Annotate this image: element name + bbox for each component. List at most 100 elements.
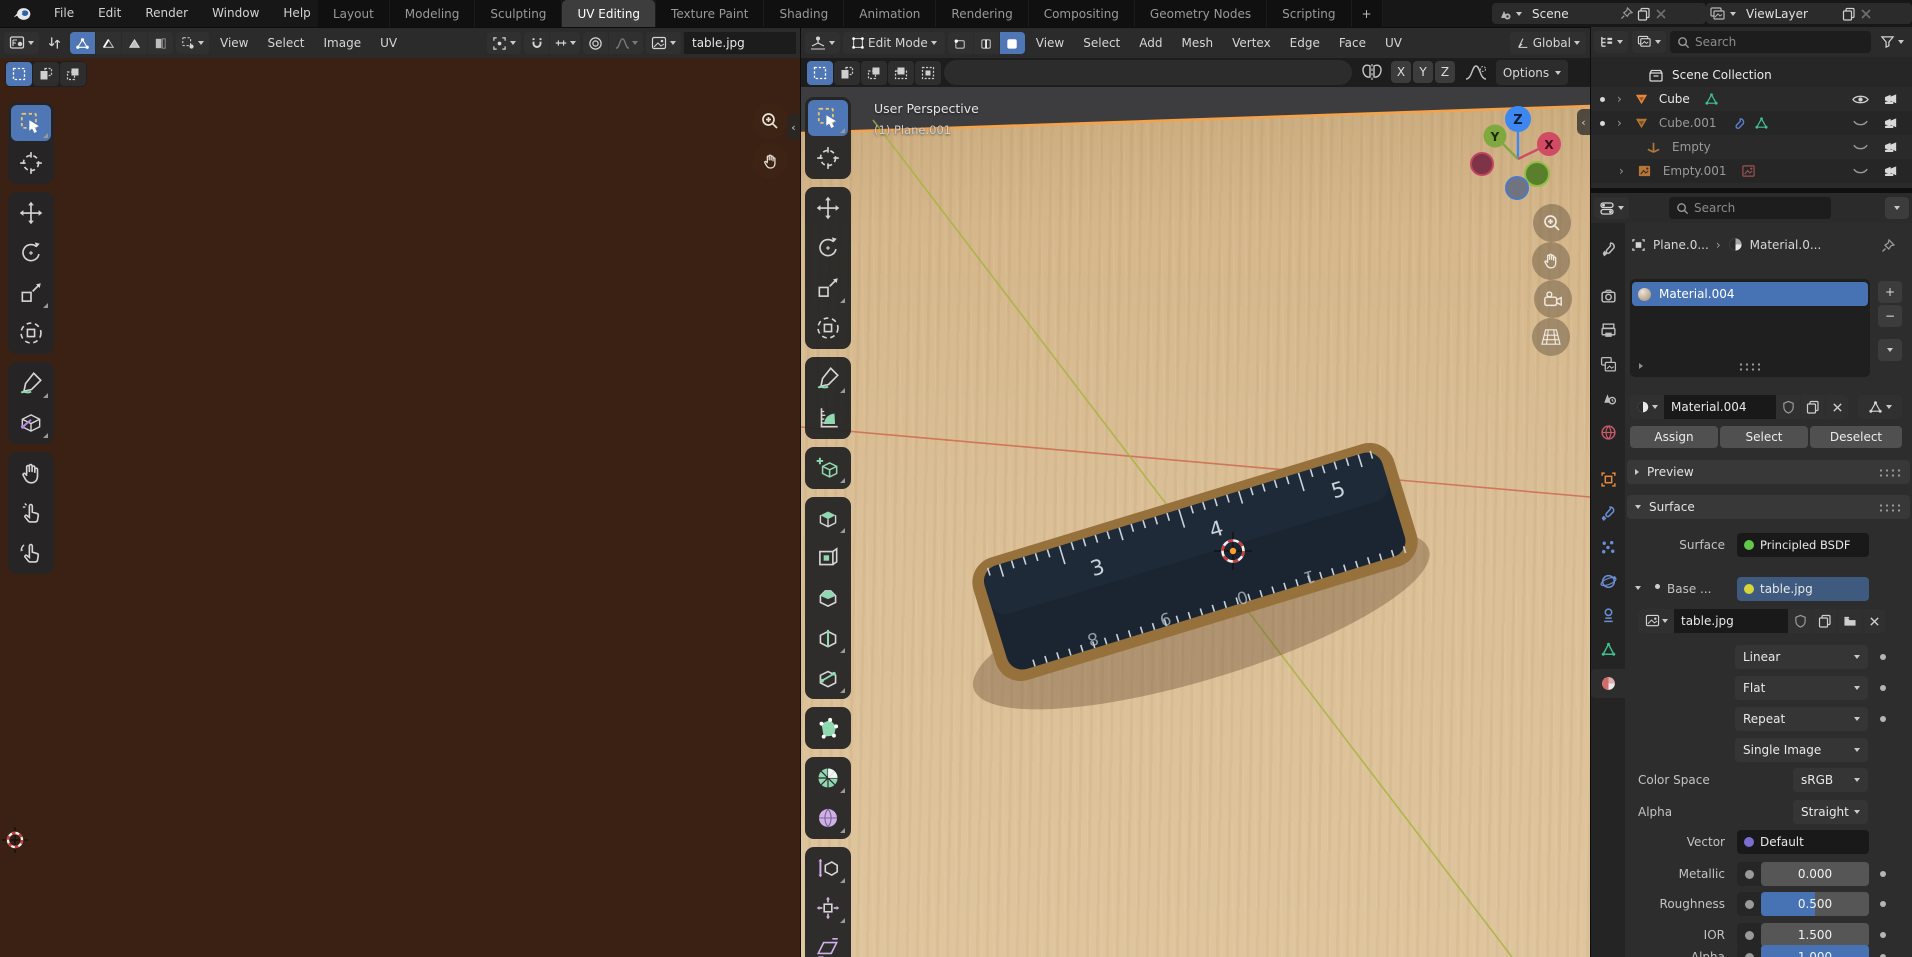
view-layer-selector[interactable]: ViewLayer	[1706, 3, 1912, 24]
properties-search-input[interactable]: Search	[1669, 197, 1831, 219]
outliner-item-label[interactable]: Empty	[1672, 140, 1711, 154]
edge-slide-tool[interactable]	[808, 850, 848, 886]
material-name-field[interactable]: Material.004	[1664, 395, 1776, 419]
pin-icon[interactable]	[1881, 239, 1895, 253]
image-browse-dropdown[interactable]	[1638, 609, 1674, 633]
rotate-tool[interactable]	[808, 230, 848, 266]
vector-field[interactable]: Default	[1737, 830, 1869, 854]
camera-render-icon[interactable]	[1883, 116, 1900, 130]
outliner-item-label[interactable]: Cube	[1659, 92, 1690, 106]
menu-window[interactable]: Window	[200, 0, 271, 27]
tab-compositing[interactable]: Compositing	[1029, 0, 1135, 27]
alpha-socket[interactable]	[1737, 945, 1761, 957]
snap-options-dropdown[interactable]	[550, 32, 580, 54]
material-slot-list[interactable]: Material.004	[1630, 279, 1870, 377]
expand-arrow-icon[interactable]: ›	[1617, 116, 1622, 130]
ior-socket[interactable]	[1737, 923, 1761, 947]
animate-dot[interactable]	[1880, 932, 1886, 938]
vertex-mode-button[interactable]	[948, 32, 973, 54]
view-menu[interactable]: View	[1028, 28, 1072, 58]
color-space-dropdown[interactable]: sRGB	[1793, 768, 1868, 792]
properties-tab-physics[interactable]	[1593, 567, 1623, 596]
uv-edge-select-button[interactable]	[96, 32, 121, 54]
add-slot-button[interactable]: +	[1878, 281, 1902, 303]
outliner-item-label[interactable]: Empty.001	[1663, 164, 1727, 178]
zoom-in-button[interactable]	[1533, 204, 1571, 242]
pin-icon[interactable]	[1620, 7, 1633, 20]
pivot-point-dropdown[interactable]	[487, 32, 521, 54]
edge-menu[interactable]: Edge	[1282, 28, 1328, 58]
resize-grip[interactable]	[1738, 362, 1762, 371]
annotate-tool[interactable]	[808, 360, 848, 396]
breadcrumb-material[interactable]: Material.0...	[1750, 238, 1822, 252]
select-extend-button[interactable]	[33, 62, 59, 86]
animate-dot[interactable]	[1880, 654, 1886, 660]
eye-open-icon[interactable]	[1852, 93, 1869, 106]
extrude-region-tool[interactable]	[808, 500, 848, 536]
falloff-icon[interactable]	[1464, 63, 1488, 82]
add-cube-tool[interactable]	[808, 450, 848, 486]
uv-menu-select[interactable]: Select	[259, 28, 312, 58]
touch-select-tool[interactable]	[11, 495, 51, 531]
grid-view-button[interactable]	[1532, 318, 1570, 356]
properties-tab-tool[interactable]	[1593, 235, 1623, 264]
outliner-item-label[interactable]: Scene Collection	[1672, 68, 1772, 82]
select-menu[interactable]: Select	[1075, 28, 1128, 58]
material-slot-selected[interactable]: Material.004	[1632, 282, 1868, 306]
properties-tab-modifiers[interactable]	[1593, 499, 1623, 528]
pan-view-button[interactable]	[752, 143, 788, 179]
axis-gizmo[interactable]: Z Y X	[1461, 95, 1581, 205]
interpolation-dropdown[interactable]: Linear	[1735, 645, 1868, 669]
vertex-menu[interactable]: Vertex	[1224, 28, 1279, 58]
mirror-y-button[interactable]: Y	[1413, 61, 1433, 83]
tab-uv-editing[interactable]: UV Editing	[562, 0, 656, 27]
mode-dropdown[interactable]: Edit Mode	[843, 32, 945, 54]
scale-tool[interactable]	[808, 270, 848, 306]
metallic-slider[interactable]: 0.000	[1761, 862, 1869, 886]
node-tree-dropdown[interactable]	[1858, 395, 1902, 419]
eye-closed-icon[interactable]	[1852, 117, 1869, 130]
uv-image-name[interactable]: table.jpg	[684, 32, 796, 54]
options-dropdown[interactable]: Options	[1496, 60, 1568, 85]
uv-vertex-select-button[interactable]	[70, 32, 95, 54]
copy-material-button[interactable]	[1801, 395, 1825, 419]
select-subtract-button[interactable]	[60, 62, 86, 86]
uv-island-select-button[interactable]	[148, 32, 173, 54]
uv-menu-uv[interactable]: UV	[372, 28, 405, 58]
edge-mode-button[interactable]	[974, 32, 999, 54]
surface-shader-field[interactable]: Principled BSDF	[1737, 533, 1869, 557]
image-name-field[interactable]: table.jpg	[1674, 609, 1788, 633]
face-mode-button[interactable]	[1000, 32, 1025, 54]
animate-dot[interactable]	[1880, 871, 1886, 877]
select-extend-button[interactable]	[834, 61, 860, 85]
outliner-filter-images-dropdown[interactable]	[1632, 31, 1666, 53]
outliner-filter-dropdown[interactable]	[1875, 31, 1909, 53]
select-set-button[interactable]	[6, 62, 32, 86]
select-box-tool[interactable]	[11, 105, 51, 141]
breadcrumb-object[interactable]: Plane.0...	[1653, 238, 1709, 252]
outliner-search-input[interactable]: Search	[1670, 31, 1871, 53]
properties-tab-output[interactable]	[1593, 316, 1623, 345]
select-button[interactable]: Select	[1720, 426, 1808, 448]
ior-slider[interactable]: 1.500	[1761, 923, 1869, 947]
expand-arrow-icon[interactable]: ›	[1617, 92, 1622, 106]
uv-menu-view[interactable]: View	[212, 28, 256, 58]
slot-list-expand-icon[interactable]	[1639, 363, 1643, 369]
deselect-button[interactable]: Deselect	[1810, 426, 1902, 448]
unlink-image-button[interactable]	[1863, 609, 1885, 633]
preview-panel-header[interactable]: Preview	[1627, 460, 1910, 484]
scene-name[interactable]: Scene	[1526, 7, 1616, 21]
mirror-z-button[interactable]: Z	[1435, 61, 1455, 83]
spin-tool[interactable]	[808, 760, 848, 796]
transform-tool[interactable]	[808, 310, 848, 346]
outliner-row-cube-001[interactable]: › Cube.001	[1591, 111, 1912, 135]
knife-tool[interactable]	[808, 660, 848, 696]
open-image-button[interactable]	[1838, 609, 1862, 633]
remove-slot-button[interactable]: −	[1878, 305, 1902, 327]
outliner-row-empty-001[interactable]: › Empty.001	[1591, 159, 1912, 183]
viewport-3d[interactable]: 3 4 5 8 9 0 1 Us	[801, 87, 1590, 957]
menu-file[interactable]: File	[42, 0, 86, 27]
extension-dropdown[interactable]: Repeat	[1735, 707, 1868, 731]
fake-user-button[interactable]	[1776, 395, 1800, 419]
rip-region-tool[interactable]	[11, 405, 51, 441]
